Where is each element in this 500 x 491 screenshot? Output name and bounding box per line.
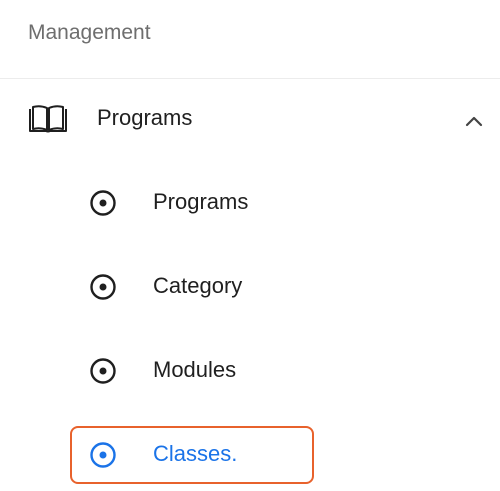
nav-sub-item-label: Category	[153, 273, 243, 298]
radio-dot-icon	[88, 440, 118, 470]
sidebar-nav: Management Programs Programs Category Mo…	[0, 0, 500, 491]
radio-dot-icon	[88, 356, 118, 386]
nav-group-programs[interactable]: Programs	[0, 95, 500, 145]
nav-sub-item-classes[interactable]: Classes.	[70, 426, 314, 484]
nav-sub-item-category[interactable]: Category	[70, 260, 310, 310]
nav-group-label: Programs	[97, 105, 193, 130]
chevron-up-icon[interactable]	[460, 109, 488, 133]
nav-sub-item-label: Classes.	[153, 441, 238, 466]
divider	[0, 78, 500, 79]
nav-sub-item-label: Modules	[153, 357, 237, 382]
nav-sub-item-modules[interactable]: Modules	[70, 344, 310, 394]
section-header-management: Management	[28, 21, 151, 44]
radio-dot-icon	[88, 188, 118, 218]
nav-sub-item-label: Programs	[153, 189, 249, 214]
radio-dot-icon	[88, 272, 118, 302]
book-open-icon	[28, 102, 68, 136]
nav-sub-item-programs[interactable]: Programs	[70, 176, 310, 226]
